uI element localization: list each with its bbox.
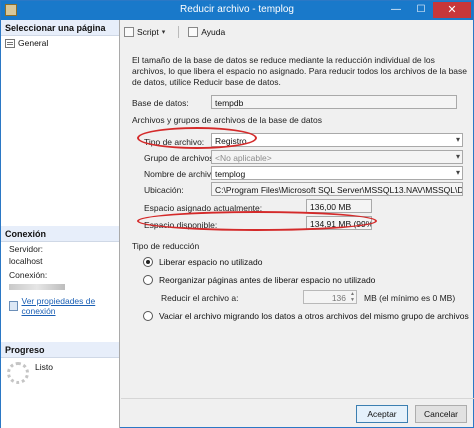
reduce-to-label: Reducir el archivo a: bbox=[161, 293, 239, 303]
option-reorganize-pages[interactable]: Reorganizar páginas antes de liberar esp… bbox=[143, 275, 375, 285]
script-icon bbox=[124, 27, 134, 37]
help-icon bbox=[188, 27, 199, 37]
connection-label: Conexión: bbox=[9, 270, 48, 280]
left-pane: Seleccionar una página General Conexión … bbox=[1, 20, 120, 428]
spinner-arrows-icon: ▲ ▼ bbox=[350, 291, 355, 303]
progress-spinner-icon bbox=[7, 362, 29, 384]
reduce-to-value: 136 bbox=[331, 293, 346, 303]
files-group-title: Archivos y grupos de archivos de la base… bbox=[132, 115, 322, 125]
server-label: Servidor: bbox=[9, 244, 44, 254]
radio-empty-file[interactable] bbox=[143, 311, 153, 321]
cancel-button[interactable]: Cancelar bbox=[415, 405, 467, 423]
database-field: tempdb bbox=[211, 95, 457, 109]
page-item-label: General bbox=[18, 38, 49, 48]
script-button[interactable]: Script ▾ bbox=[121, 26, 168, 38]
shrink-file-dialog: Reducir archivo - templog — ☐ ✕ Seleccio… bbox=[0, 0, 474, 428]
shrink-type-title: Tipo de reducción bbox=[132, 241, 200, 251]
page-icon bbox=[5, 38, 15, 48]
radio-reorganize-pages[interactable] bbox=[143, 275, 153, 285]
reduce-to-hint: MB (el mínimo es 0 MB) bbox=[364, 293, 456, 303]
connection-header: Conexión bbox=[1, 226, 119, 242]
progress-row: Listo bbox=[1, 358, 119, 388]
progress-section: Progreso Listo bbox=[1, 342, 119, 388]
description-text: El tamaño de la base de datos se reduce … bbox=[132, 55, 468, 87]
connection-properties-link[interactable]: Ver propiedades de conexión bbox=[22, 296, 112, 316]
radio-release-unused[interactable] bbox=[143, 257, 153, 267]
location-label: Ubicación: bbox=[144, 185, 184, 195]
option-release-unused[interactable]: Liberar espacio no utilizado bbox=[143, 257, 262, 267]
help-label: Ayuda bbox=[201, 27, 226, 37]
location-field: C:\Program Files\Microsoft SQL Server\MS… bbox=[211, 182, 463, 196]
server-value: localhost bbox=[9, 256, 43, 266]
database-label: Base de datos: bbox=[132, 98, 189, 108]
toolbar-separator bbox=[178, 26, 180, 38]
filegroup-value: <No aplicable> bbox=[215, 153, 272, 163]
filename-select[interactable]: templog ▾ bbox=[211, 166, 463, 180]
help-button[interactable]: Ayuda bbox=[185, 26, 228, 38]
option-empty-file-label: Vaciar el archivo migrando los datos a o… bbox=[159, 311, 469, 321]
option-reorganize-pages-label: Reorganizar páginas antes de liberar esp… bbox=[159, 275, 376, 285]
minimize-button[interactable]: — bbox=[384, 2, 408, 18]
title-bar: Reducir archivo - templog — ☐ ✕ bbox=[1, 1, 473, 20]
filegroup-select: <No aplicable> ▾ bbox=[211, 150, 463, 164]
allocated-space-field: 136,00 MB bbox=[306, 199, 372, 213]
script-label: Script bbox=[137, 27, 159, 37]
ok-button[interactable]: Aceptar bbox=[356, 405, 408, 423]
option-empty-file[interactable]: Vaciar el archivo migrando los datos a o… bbox=[143, 311, 469, 321]
connection-section: Conexión Servidor: localhost Conexión: V… bbox=[1, 226, 119, 318]
progress-header: Progreso bbox=[1, 342, 119, 358]
filename-label: Nombre de archivo: bbox=[144, 169, 219, 179]
reduce-to-spinner: 136 ▲ ▼ bbox=[303, 290, 357, 304]
chevron-down-icon[interactable]: ▾ bbox=[162, 28, 166, 36]
bottom-separator bbox=[121, 398, 474, 399]
option-release-unused-label: Liberar espacio no utilizado bbox=[159, 257, 263, 267]
chevron-down-icon: ▾ bbox=[455, 168, 460, 177]
connection-properties-link-row[interactable]: Ver propiedades de conexión bbox=[1, 294, 119, 318]
chevron-down-icon: ▾ bbox=[455, 152, 460, 161]
redacted-connection-value bbox=[9, 284, 65, 290]
filename-value: templog bbox=[215, 169, 246, 179]
chevron-down-icon: ▾ bbox=[455, 135, 460, 144]
connection-properties-icon bbox=[9, 301, 18, 311]
page-item-general[interactable]: General bbox=[1, 36, 119, 50]
close-button[interactable]: ✕ bbox=[433, 2, 471, 18]
annotation-oval-file-type bbox=[137, 127, 257, 149]
maximize-button[interactable]: ☐ bbox=[409, 2, 433, 18]
filegroup-label: Grupo de archivos: bbox=[144, 153, 216, 163]
annotation-oval-available-space bbox=[137, 211, 377, 231]
select-page-header: Seleccionar una página bbox=[1, 20, 119, 36]
toolbar: Script ▾ Ayuda bbox=[121, 23, 238, 41]
progress-status: Listo bbox=[35, 362, 53, 372]
